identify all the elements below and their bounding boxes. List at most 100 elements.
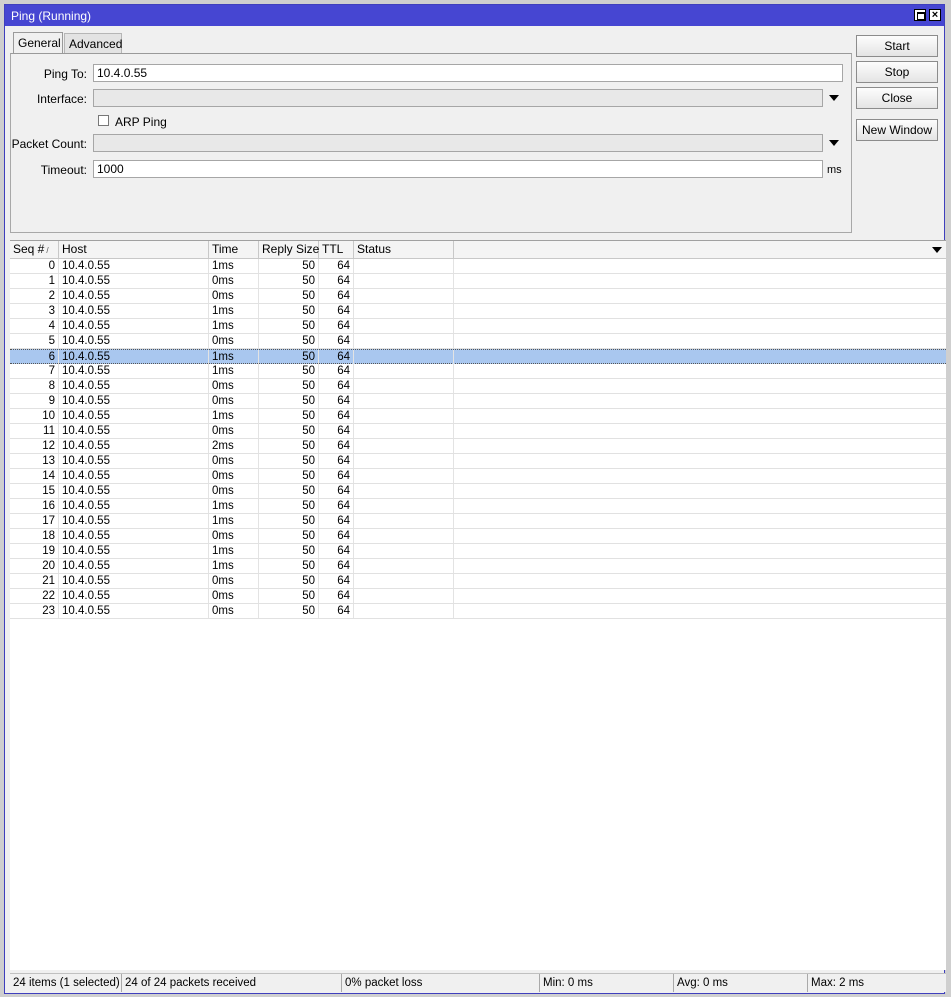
cell-time: 0ms: [209, 604, 259, 618]
timeout-unit: ms: [827, 164, 842, 176]
cell-status: [354, 514, 454, 528]
stop-button[interactable]: Stop: [856, 61, 938, 83]
cell-reply-size: 50: [259, 544, 319, 558]
table-row[interactable]: 6 10.4.0.55 1ms 50 64: [10, 349, 946, 364]
table-row[interactable]: 8 10.4.0.55 0ms 50 64: [10, 379, 946, 394]
table-row[interactable]: 21 10.4.0.55 0ms 50 64: [10, 574, 946, 589]
cell-time: 0ms: [209, 334, 259, 348]
table-row[interactable]: 11 10.4.0.55 0ms 50 64: [10, 424, 946, 439]
cell-reply-size: 50: [259, 454, 319, 468]
table-row[interactable]: 13 10.4.0.55 0ms 50 64: [10, 454, 946, 469]
tab-general[interactable]: General: [13, 32, 63, 54]
table-row[interactable]: 17 10.4.0.55 1ms 50 64: [10, 514, 946, 529]
cell-seq: 1: [10, 274, 59, 288]
table-row[interactable]: 18 10.4.0.55 0ms 50 64: [10, 529, 946, 544]
title-bar[interactable]: Ping (Running) ×: [5, 5, 944, 26]
packet-count-dropdown-icon[interactable]: [829, 140, 839, 146]
columns-menu-icon[interactable]: [932, 247, 942, 253]
cell-host: 10.4.0.55: [59, 409, 209, 423]
cell-ttl: 64: [319, 589, 354, 603]
cell-time: 1ms: [209, 350, 259, 364]
packet-count-field[interactable]: [93, 134, 823, 152]
table-row[interactable]: 7 10.4.0.55 1ms 50 64: [10, 364, 946, 379]
cell-host: 10.4.0.55: [59, 589, 209, 603]
cell-ttl: 64: [319, 259, 354, 273]
cell-host: 10.4.0.55: [59, 454, 209, 468]
cell-status: [354, 604, 454, 618]
cell-seq: 19: [10, 544, 59, 558]
general-form-panel: Ping To: 10.4.0.55 Interface: ARP Ping P…: [10, 53, 852, 233]
cell-status: [354, 559, 454, 573]
table-row[interactable]: 4 10.4.0.55 1ms 50 64: [10, 319, 946, 334]
column-host[interactable]: Host: [59, 241, 209, 258]
cell-seq: 6: [10, 350, 59, 364]
table-row[interactable]: 9 10.4.0.55 0ms 50 64: [10, 394, 946, 409]
column-time[interactable]: Time: [209, 241, 259, 258]
cell-host: 10.4.0.55: [59, 469, 209, 483]
column-seq[interactable]: Seq # /: [10, 241, 59, 258]
ping-results-table[interactable]: Seq # / Host Time Reply Size TTL Status 0…: [10, 240, 946, 970]
cell-seq: 23: [10, 604, 59, 618]
cell-ttl: 64: [319, 469, 354, 483]
table-row[interactable]: 20 10.4.0.55 1ms 50 64: [10, 559, 946, 574]
cell-ttl: 64: [319, 499, 354, 513]
column-ttl[interactable]: TTL: [319, 241, 354, 258]
status-loss: 0% packet loss: [342, 974, 540, 992]
table-row[interactable]: 23 10.4.0.55 0ms 50 64: [10, 604, 946, 619]
table-row[interactable]: 22 10.4.0.55 0ms 50 64: [10, 589, 946, 604]
cell-ttl: 64: [319, 379, 354, 393]
cell-ttl: 64: [319, 604, 354, 618]
timeout-field[interactable]: 1000: [93, 160, 823, 178]
table-row[interactable]: 3 10.4.0.55 1ms 50 64: [10, 304, 946, 319]
cell-host: 10.4.0.55: [59, 529, 209, 543]
cell-reply-size: 50: [259, 409, 319, 423]
cell-seq: 0: [10, 259, 59, 273]
cell-status: [354, 364, 454, 378]
cell-seq: 12: [10, 439, 59, 453]
table-row[interactable]: 5 10.4.0.55 0ms 50 64: [10, 334, 946, 349]
cell-host: 10.4.0.55: [59, 394, 209, 408]
cell-seq: 9: [10, 394, 59, 408]
arp-ping-checkbox[interactable]: [98, 115, 109, 126]
status-items: 24 items (1 selected): [10, 974, 122, 992]
cell-seq: 13: [10, 454, 59, 468]
table-row[interactable]: 0 10.4.0.55 1ms 50 64: [10, 259, 946, 274]
maximize-icon[interactable]: [914, 9, 926, 21]
interface-label: Interface:: [36, 92, 87, 106]
close-button[interactable]: Close: [856, 87, 938, 109]
start-button[interactable]: Start: [856, 35, 938, 57]
timeout-label: Timeout:: [40, 163, 87, 177]
cell-reply-size: 50: [259, 439, 319, 453]
cell-seq: 4: [10, 319, 59, 333]
column-status[interactable]: Status: [354, 241, 454, 258]
cell-reply-size: 50: [259, 499, 319, 513]
ping-to-field[interactable]: 10.4.0.55: [93, 64, 843, 82]
cell-status: [354, 394, 454, 408]
cell-status: [354, 589, 454, 603]
column-reply-size[interactable]: Reply Size: [259, 241, 319, 258]
table-row[interactable]: 16 10.4.0.55 1ms 50 64: [10, 499, 946, 514]
close-icon[interactable]: ×: [929, 9, 941, 21]
cell-reply-size: 50: [259, 379, 319, 393]
tab-advanced[interactable]: Advanced: [64, 33, 122, 53]
interface-field[interactable]: [93, 89, 823, 107]
table-row[interactable]: 14 10.4.0.55 0ms 50 64: [10, 469, 946, 484]
cell-host: 10.4.0.55: [59, 499, 209, 513]
cell-time: 1ms: [209, 319, 259, 333]
cell-seq: 22: [10, 589, 59, 603]
interface-dropdown-icon[interactable]: [829, 95, 839, 101]
table-row[interactable]: 12 10.4.0.55 2ms 50 64: [10, 439, 946, 454]
status-min: Min: 0 ms: [540, 974, 674, 992]
new-window-button[interactable]: New Window: [856, 119, 938, 141]
table-row[interactable]: 19 10.4.0.55 1ms 50 64: [10, 544, 946, 559]
cell-seq: 11: [10, 424, 59, 438]
table-row[interactable]: 1 10.4.0.55 0ms 50 64: [10, 274, 946, 289]
table-row[interactable]: 10 10.4.0.55 1ms 50 64: [10, 409, 946, 424]
cell-host: 10.4.0.55: [59, 514, 209, 528]
packet-count-label: Packet Count:: [11, 137, 87, 151]
cell-status: [354, 350, 454, 364]
table-row[interactable]: 2 10.4.0.55 0ms 50 64: [10, 289, 946, 304]
cell-host: 10.4.0.55: [59, 259, 209, 273]
table-row[interactable]: 15 10.4.0.55 0ms 50 64: [10, 484, 946, 499]
cell-time: 0ms: [209, 424, 259, 438]
